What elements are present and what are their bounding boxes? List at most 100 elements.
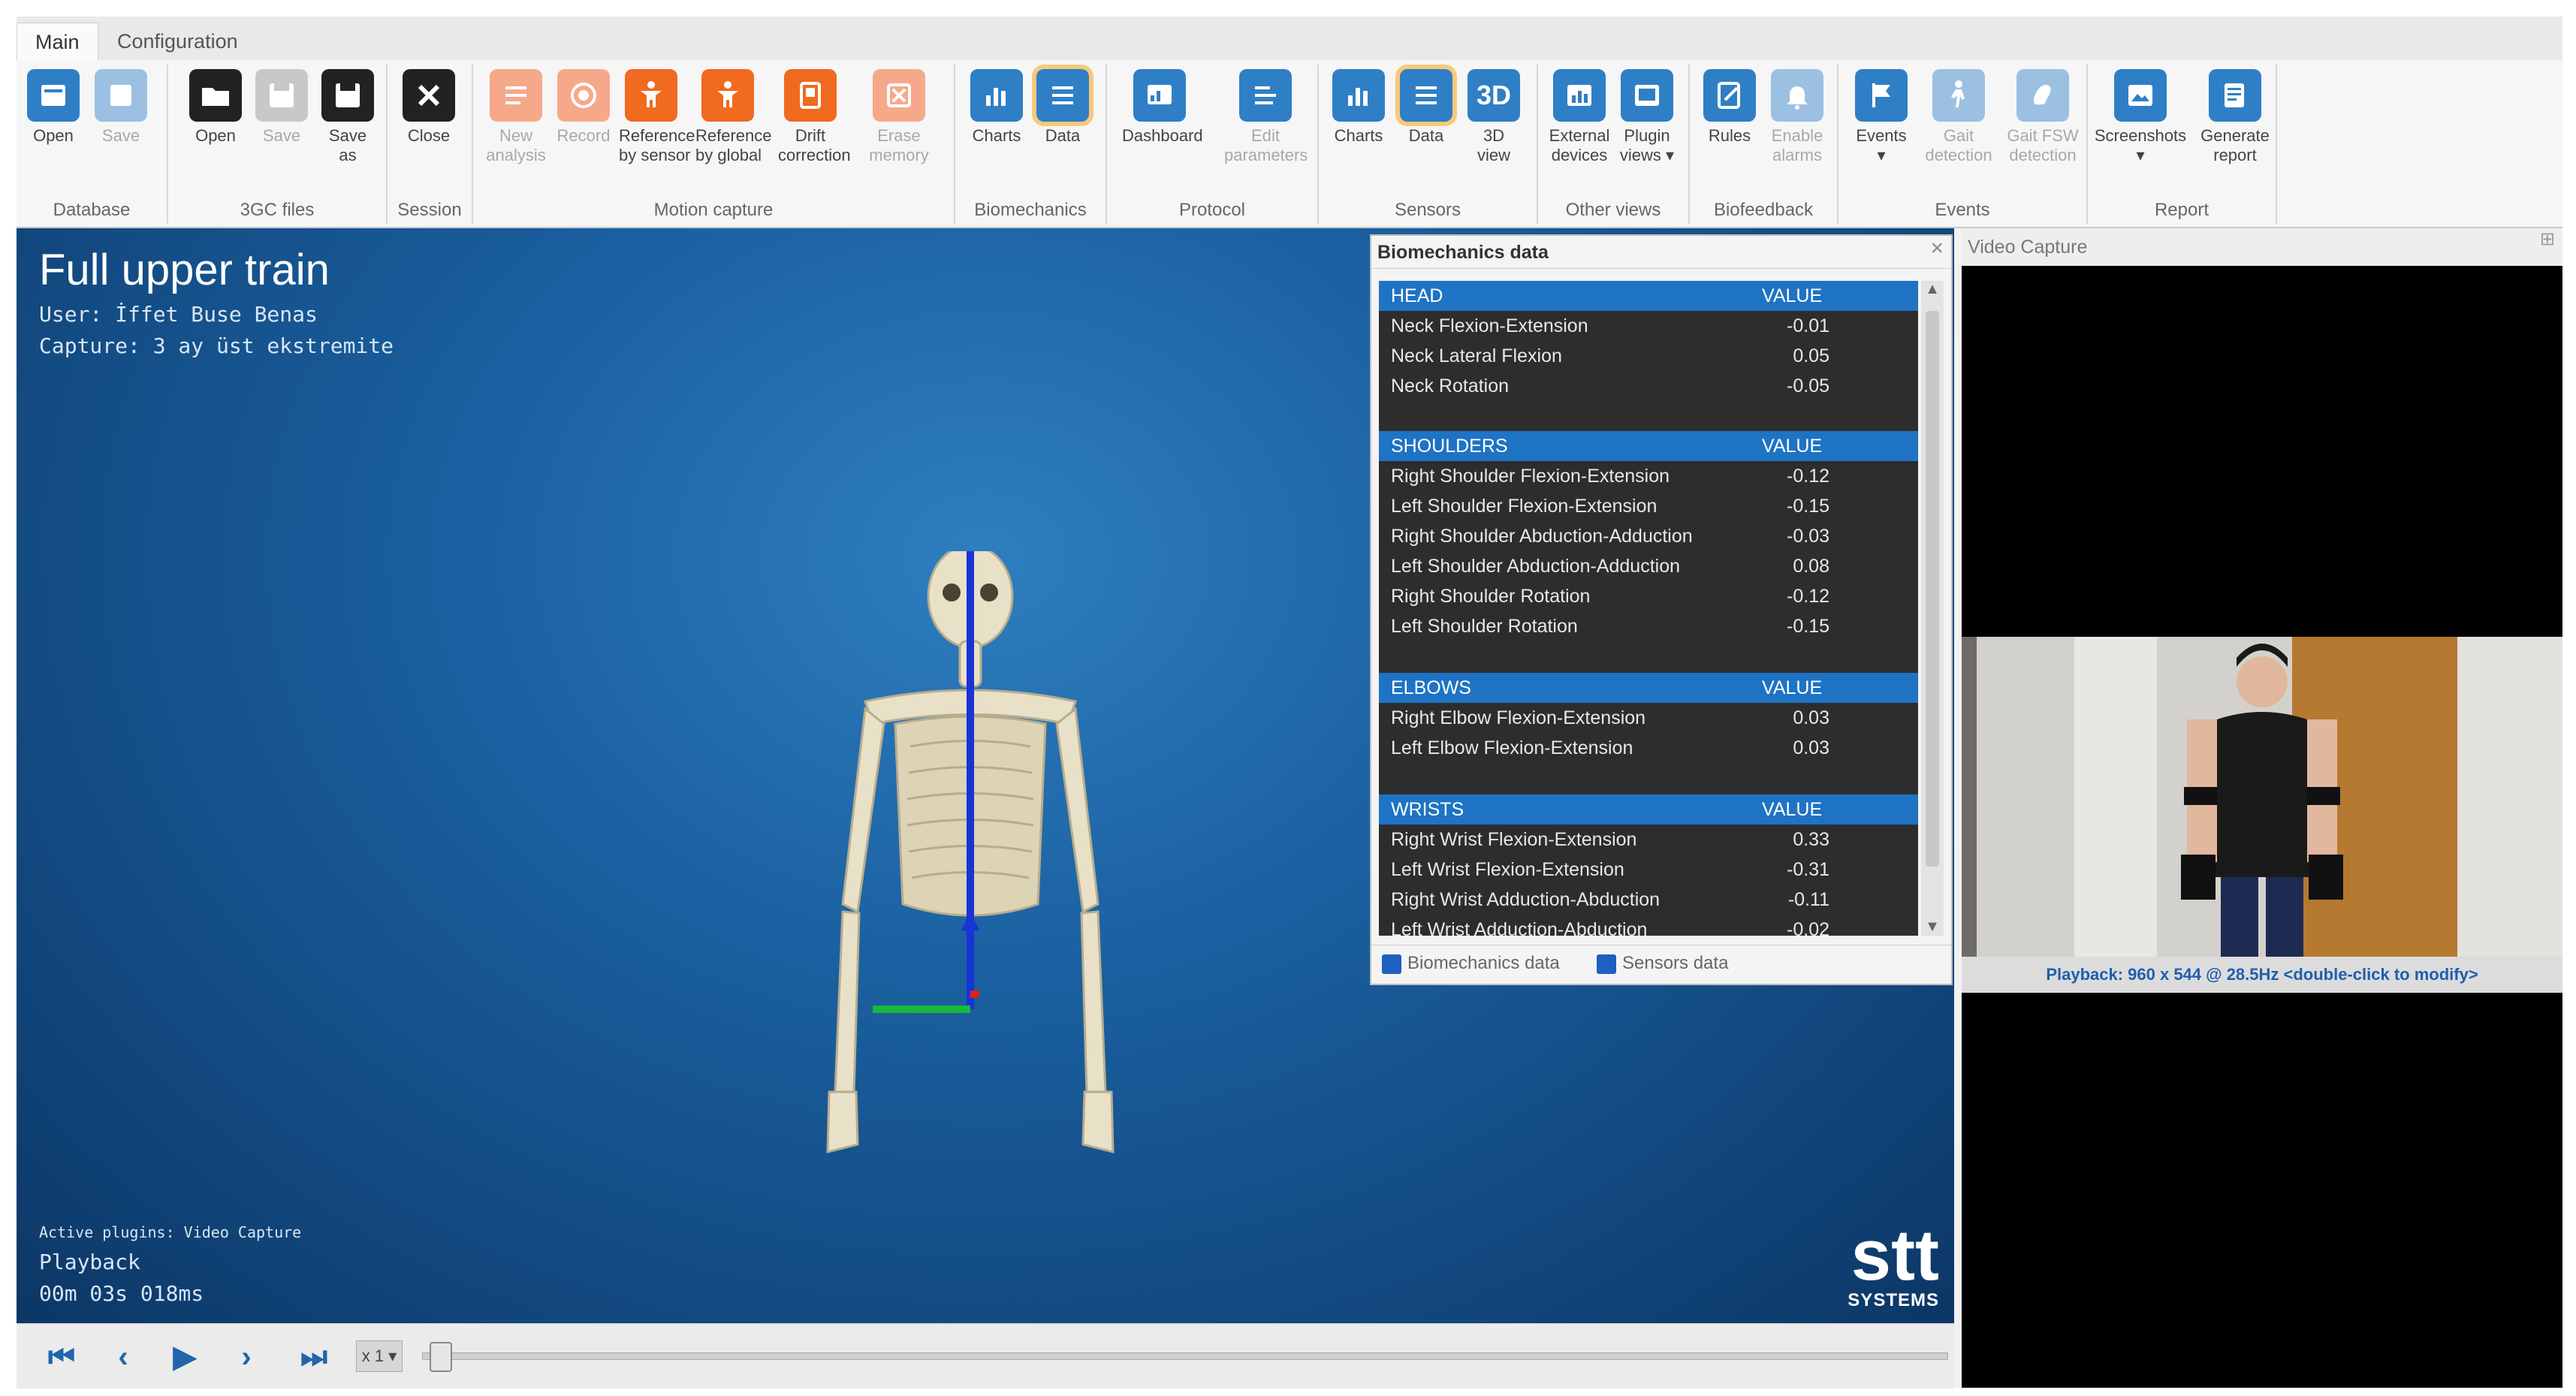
data-row[interactable]: Left Wrist Flexion-Extension -0.31 bbox=[1379, 855, 1918, 885]
timeline-slider-handle[interactable] bbox=[430, 1342, 452, 1372]
gait-detection-button[interactable]: Gait detection bbox=[1923, 69, 1995, 165]
enable-alarms-button[interactable]: Enable alarms bbox=[1765, 69, 1829, 165]
chevron-down-icon: ▾ bbox=[388, 1346, 397, 1365]
video-capture-panel[interactable]: Video Capture ⊞ Playback: 960 x 544 @ 28… bbox=[1962, 228, 2562, 1388]
panel-title: Biomechanics data bbox=[1371, 236, 1951, 269]
video-frame bbox=[1962, 637, 2562, 957]
data-row[interactable]: Neck Rotation -0.05 bbox=[1379, 371, 1918, 401]
skip-to-start-icon[interactable]: ⏮ bbox=[39, 1334, 84, 1379]
report-icon bbox=[2209, 69, 2261, 122]
playback-speed-select[interactable]: x 1 ▾ bbox=[356, 1340, 403, 1372]
sensors-data-button[interactable]: Data bbox=[1394, 69, 1458, 146]
gait-fsw-detection-button[interactable]: Gait FSW detection bbox=[2005, 69, 2080, 165]
biomechanics-charts-button[interactable]: Charts bbox=[964, 69, 1029, 146]
section-header-wrists: WRISTS VALUE bbox=[1379, 794, 1918, 825]
screenshots-button[interactable]: Screenshots ▾ bbox=[2094, 69, 2187, 165]
events-button[interactable]: Events ▾ bbox=[1849, 69, 1914, 165]
previous-frame-icon[interactable]: ‹ bbox=[101, 1334, 146, 1379]
record-icon bbox=[557, 69, 610, 122]
data-row[interactable]: Left Shoulder Rotation -0.15 bbox=[1379, 611, 1918, 641]
record-button[interactable]: Record bbox=[551, 69, 616, 146]
group-biomechanics: Charts Data Biomechanics bbox=[955, 65, 1107, 224]
biomechanics-data-panel[interactable]: Biomechanics data × HEAD VALUE Neck Flexi… bbox=[1370, 234, 1953, 985]
application-window: Main Configuration Open Save Database Op… bbox=[17, 17, 2562, 1388]
tab-biomechanics-data[interactable]: Biomechanics data bbox=[1382, 953, 1560, 974]
floppy-disk-icon bbox=[255, 69, 308, 122]
data-row[interactable]: Left Shoulder Flexion-Extension -0.15 bbox=[1379, 491, 1918, 521]
video-frame-image bbox=[1962, 637, 2562, 957]
folder-open-icon bbox=[189, 69, 242, 122]
playback-controls: ⏮ ‹ ▶ › ⏭ x 1 ▾ bbox=[17, 1323, 1954, 1388]
data-row[interactable]: Right Shoulder Flexion-Extension -0.12 bbox=[1379, 461, 1918, 491]
bar-chart-icon bbox=[970, 69, 1023, 122]
tab-main[interactable]: Main bbox=[17, 23, 98, 61]
dashboard-button[interactable]: Dashboard bbox=[1122, 69, 1203, 146]
group-database: Open Save Database bbox=[17, 65, 168, 224]
biomechanics-data-list: HEAD VALUE Neck Flexion-Extension -0.01 Ne… bbox=[1379, 281, 1918, 936]
data-row[interactable]: Left Shoulder Abduction-Adduction 0.08 bbox=[1379, 551, 1918, 581]
data-row[interactable]: Right Shoulder Abduction-Adduction -0.03 bbox=[1379, 521, 1918, 551]
group-3gc-files: Open Save Save as 3GC files bbox=[168, 65, 388, 224]
data-row[interactable]: Neck Lateral Flexion 0.05 bbox=[1379, 341, 1918, 371]
data-row[interactable]: Right Wrist Adduction-Abduction -0.11 bbox=[1379, 885, 1918, 915]
new-analysis-button[interactable]: New analysis bbox=[484, 69, 548, 165]
panel-scrollbar[interactable]: ▲ ▼ bbox=[1921, 281, 1944, 936]
scroll-down-icon[interactable]: ▼ bbox=[1921, 918, 1944, 936]
reference-by-global-button[interactable]: Reference by global bbox=[695, 69, 772, 165]
drift-correction-button[interactable]: Drift correction bbox=[778, 69, 851, 165]
stt-systems-logo: stt SYSTEMS bbox=[1848, 1215, 1939, 1311]
file-open-button[interactable]: Open bbox=[183, 69, 248, 146]
reference-by-sensor-button[interactable]: Reference by sensor bbox=[619, 69, 695, 165]
file-save-as-button[interactable]: Save as bbox=[315, 69, 380, 165]
edit-parameters-button[interactable]: Edit parameters bbox=[1224, 69, 1308, 165]
new-analysis-icon bbox=[490, 69, 542, 122]
3d-viewport[interactable]: Full upper train User: İffet Buse Benas … bbox=[17, 228, 1954, 1323]
data-row[interactable]: Right Wrist Flexion-Extension 0.33 bbox=[1379, 825, 1918, 855]
open-database-icon bbox=[27, 69, 80, 122]
sensors-charts-button[interactable]: Charts bbox=[1326, 69, 1391, 146]
tab-configuration[interactable]: Configuration bbox=[99, 23, 256, 60]
scrollbar-thumb[interactable] bbox=[1926, 311, 1939, 867]
ribbon-tab-bar: Main Configuration bbox=[17, 17, 2562, 61]
rules-button[interactable]: Rules bbox=[1697, 69, 1762, 146]
play-icon[interactable]: ▶ bbox=[162, 1334, 207, 1379]
data-row[interactable]: Left Wrist Adduction-Abduction -0.02 bbox=[1379, 915, 1918, 936]
external-devices-icon bbox=[1553, 69, 1606, 122]
save-database-icon bbox=[95, 69, 147, 122]
person-sensor-icon bbox=[625, 69, 677, 122]
data-list-icon bbox=[1036, 69, 1089, 122]
dropdown-arrow-icon: ▾ bbox=[1661, 146, 1675, 164]
flag-icon bbox=[1855, 69, 1908, 122]
group-other-views: External devices Plugin views ▾ Other vi… bbox=[1538, 65, 1690, 224]
dropdown-arrow-icon: ▾ bbox=[1877, 146, 1886, 164]
file-save-button[interactable]: Save bbox=[249, 69, 314, 146]
bar-chart-icon bbox=[1332, 69, 1385, 122]
playback-mode-label: Playback bbox=[39, 1250, 140, 1274]
video-playback-info[interactable]: Playback: 960 x 544 @ 28.5Hz <double-cli… bbox=[1962, 957, 2562, 993]
plugin-views-button[interactable]: Plugin views ▾ bbox=[1615, 69, 1679, 165]
group-session: Close Session bbox=[388, 65, 473, 224]
next-frame-icon[interactable]: › bbox=[224, 1334, 269, 1379]
data-row[interactable]: Left Elbow Flexion-Extension 0.03 bbox=[1379, 733, 1918, 763]
data-row[interactable]: Neck Flexion-Extension -0.01 bbox=[1379, 311, 1918, 341]
group-protocol: Dashboard Edit parameters Protocol bbox=[1107, 65, 1319, 224]
dashboard-icon bbox=[1133, 69, 1186, 122]
close-session-button[interactable]: Close bbox=[397, 69, 461, 146]
erase-memory-button[interactable]: Erase memory bbox=[867, 69, 931, 165]
biomechanics-data-button[interactable]: Data bbox=[1030, 69, 1095, 146]
timeline-track[interactable] bbox=[422, 1352, 1948, 1360]
data-row[interactable]: Right Elbow Flexion-Extension 0.03 bbox=[1379, 703, 1918, 733]
data-row[interactable]: Right Shoulder Rotation -0.12 bbox=[1379, 581, 1918, 611]
pin-icon[interactable]: ⊞ bbox=[2540, 228, 2555, 250]
panel-close-button[interactable]: × bbox=[1930, 236, 1944, 261]
skip-to-end-icon[interactable]: ⏭ bbox=[291, 1334, 336, 1379]
database-open-button[interactable]: Open bbox=[21, 69, 86, 146]
external-devices-button[interactable]: External devices bbox=[1547, 69, 1612, 165]
floppy-disk-save-as-icon bbox=[321, 69, 374, 122]
tab-sensors-data[interactable]: Sensors data bbox=[1597, 953, 1728, 974]
generate-report-button[interactable]: Generate report bbox=[2199, 69, 2271, 165]
database-save-button[interactable]: Save bbox=[89, 69, 153, 146]
3d-view-button[interactable]: 3D 3D view bbox=[1461, 69, 1526, 165]
scroll-up-icon[interactable]: ▲ bbox=[1921, 281, 1944, 298]
user-label: User: İffet Buse Benas bbox=[39, 302, 318, 327]
